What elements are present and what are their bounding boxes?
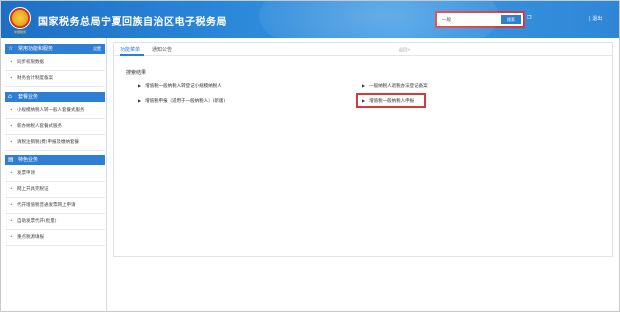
search-input[interactable]: [439, 15, 499, 24]
doc-icon: ▤: [8, 156, 14, 163]
sidebar-item[interactable]: • 财务会计制度备案: [5, 71, 105, 87]
tab-function-menu[interactable]: 功能菜单: [120, 46, 140, 53]
sidebar-item-label: 网上开具完税证: [17, 187, 49, 192]
main-panel: 功能菜单 通知公告 返回> 搜索结果 ▶ 增值税一般纳税人转登记小规模纳税人 ▶ 一…: [113, 42, 613, 257]
result-highlight-box: [356, 93, 426, 108]
star-icon: ☆: [8, 45, 14, 52]
sidebar-item-label: 财务会计制度备案: [17, 76, 53, 81]
bullet-icon: •: [10, 187, 13, 192]
active-tab-indicator: [120, 54, 144, 56]
bullet-icon: •: [10, 219, 13, 224]
sidebar-item-label: 小规模纳税人转一般人套餐式服务: [17, 108, 85, 113]
bullet-icon: •: [10, 203, 13, 208]
tax-emblem-icon: [9, 7, 31, 29]
sidebar-item[interactable]: • 发票申领: [5, 166, 105, 182]
sidebar-item-label: 自助发票代开(批量): [17, 219, 57, 224]
triangle-right-icon: ▶: [138, 98, 142, 103]
search-results-title: 搜索结果: [126, 70, 147, 76]
sidebar-section-label: 常用功能和服务: [18, 46, 54, 52]
result-label: 增值税申报（适用于一般纳税人）(新版): [145, 99, 226, 104]
sidebar-item-label: 发票申领: [17, 171, 35, 176]
bullet-icon: •: [10, 76, 13, 81]
settings-link[interactable]: 设置: [93, 44, 101, 54]
result-label: 增值税一般纳税人转登记小规模纳税人: [145, 84, 222, 89]
sidebar-item-label: 新办纳税人套餐式服务: [17, 124, 62, 129]
bullet-icon: •: [10, 140, 13, 145]
logout-link[interactable]: | 退出: [589, 15, 602, 22]
sidebar-item[interactable]: • 新办纳税人套餐式服务: [5, 119, 105, 135]
sidebar-item-label: 同步权限数据: [17, 60, 44, 65]
tab-notices[interactable]: 通知公告: [152, 46, 172, 53]
sidebar-section-common[interactable]: ☆ 常用功能和服务 设置: [5, 44, 105, 54]
bullet-icon: •: [10, 108, 13, 113]
sidebar-section-label: 套餐业务: [18, 94, 39, 100]
sidebar-section-label: 特色业务: [18, 157, 39, 163]
sidebar-item[interactable]: • 重点税源填报: [5, 230, 105, 246]
tab-bar: 功能菜单 通知公告 返回>: [114, 43, 612, 56]
search-box: 搜索: [435, 11, 525, 28]
emblem-caption: 中国税务: [13, 30, 26, 34]
sidebar-item[interactable]: • 同步权限数据: [5, 55, 105, 71]
result-label: 一般纳税人退税办法登记备案: [369, 84, 428, 89]
sidebar: ☆ 常用功能和服务 设置 • 同步权限数据 • 财务会计制度备案 ⌂ 套餐业务 …: [1, 38, 107, 311]
sidebar-item[interactable]: • 小规模纳税人转一般人套餐式服务: [5, 103, 105, 119]
sidebar-item-label: 清税注销税(费)申报及缴纳套餐: [17, 140, 80, 145]
sidebar-section-package[interactable]: ⌂ 套餐业务: [5, 92, 105, 102]
sidebar-item[interactable]: • 自助发票代开(批量): [5, 214, 105, 230]
bullet-icon: •: [10, 171, 13, 176]
search-button[interactable]: 搜索: [501, 15, 521, 24]
sidebar-section-special[interactable]: ▤ 特色业务: [5, 155, 105, 165]
site-title: 国家税务总局宁夏回族自治区电子税务局: [38, 17, 227, 28]
result-link[interactable]: ▶ 增值税一般纳税人转登记小规模纳税人: [138, 83, 222, 89]
sidebar-item-label: 重点税源填报: [17, 235, 44, 240]
sidebar-item[interactable]: • 清税注销税(费)申报及缴纳套餐: [5, 135, 105, 151]
back-link[interactable]: 返回>: [399, 47, 410, 53]
site-header: 中国税务 国家税务总局宁夏回族自治区电子税务局 搜索 ❐ | 退出: [1, 1, 619, 38]
message-icon[interactable]: ❐: [527, 15, 531, 21]
triangle-right-icon: ▶: [138, 83, 142, 88]
result-link[interactable]: ▶ 一般纳税人退税办法登记备案: [362, 83, 428, 89]
home-icon: ⌂: [8, 93, 12, 100]
sidebar-item-label: 代开增值税普通发票网上申请: [17, 203, 76, 208]
sidebar-item[interactable]: • 代开增值税普通发票网上申请: [5, 198, 105, 214]
result-link[interactable]: ▶ 增值税申报（适用于一般纳税人）(新版): [138, 98, 225, 104]
bullet-icon: •: [10, 235, 13, 240]
bullet-icon: •: [10, 60, 13, 65]
sidebar-item[interactable]: • 网上开具完税证: [5, 182, 105, 198]
triangle-right-icon: ▶: [362, 83, 366, 88]
bullet-icon: •: [10, 124, 13, 129]
